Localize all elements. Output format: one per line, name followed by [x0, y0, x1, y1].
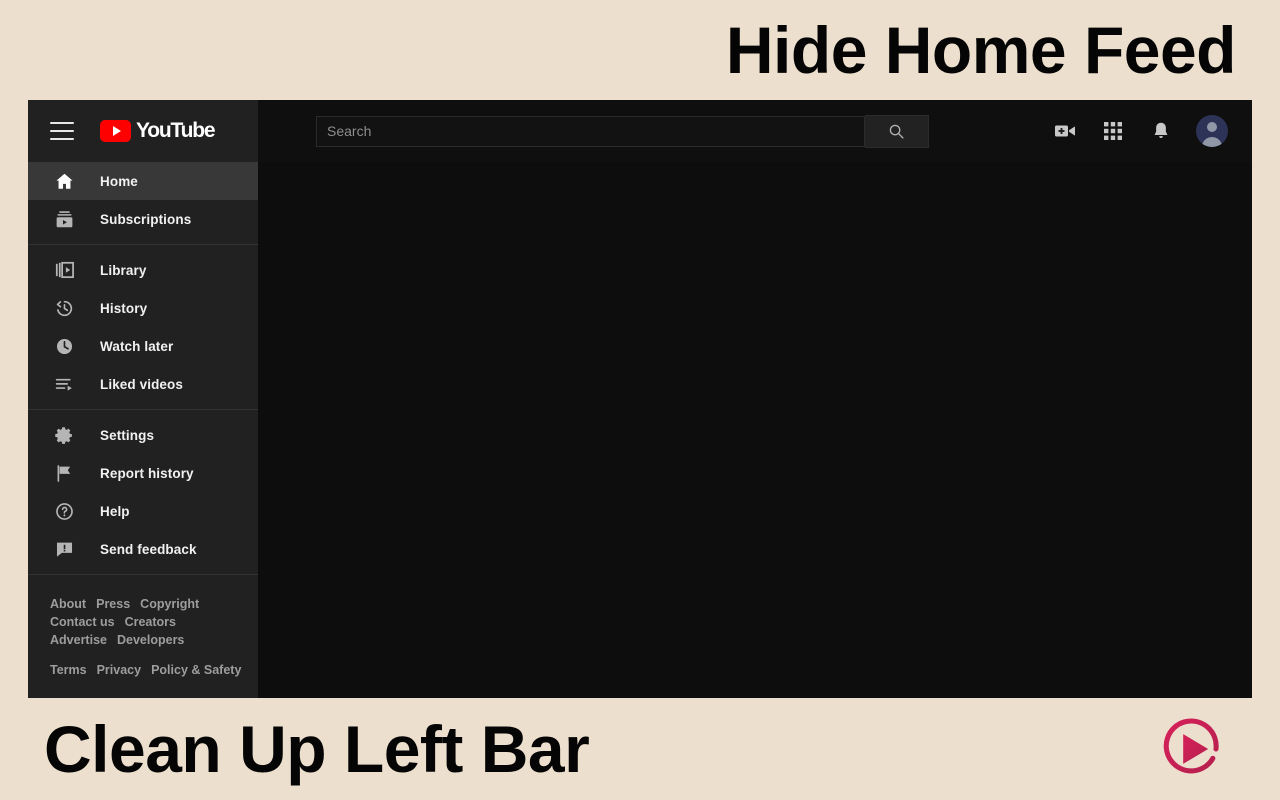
- library-icon: [52, 258, 76, 282]
- watch-later-icon: [52, 334, 76, 358]
- top-banner-headline: Hide Home Feed: [725, 13, 1237, 87]
- header-left-zone: YouTube: [28, 100, 258, 162]
- youtube-header: YouTube Search: [28, 100, 1252, 162]
- sidebar-item-liked-videos[interactable]: Liked videos: [28, 365, 258, 403]
- sidebar-item-settings[interactable]: Settings: [28, 416, 258, 454]
- sidebar-item-home[interactable]: Home: [28, 162, 258, 200]
- header-search-zone: Search: [258, 114, 1052, 148]
- hamburger-menu-icon[interactable]: [50, 122, 74, 140]
- youtube-logo[interactable]: YouTube: [100, 119, 216, 143]
- sidebar-divider: [28, 244, 258, 245]
- subscriptions-icon: [52, 207, 76, 231]
- main-content-area: [258, 162, 1252, 698]
- sidebar-item-send-feedback[interactable]: Send feedback: [28, 530, 258, 568]
- create-video-icon[interactable]: [1052, 118, 1078, 144]
- footer-link-creators[interactable]: Creators: [125, 615, 176, 629]
- sidebar-divider: [28, 574, 258, 575]
- sidebar-footer-links: About Press Copyright Contact us Creator…: [28, 581, 258, 677]
- footer-row-4: Terms Privacy Policy & Safety: [50, 663, 258, 677]
- sidebar-item-label: Library: [100, 262, 147, 278]
- footer-row-3: Advertise Developers: [50, 633, 258, 647]
- flag-icon: [52, 461, 76, 485]
- sidebar-item-label: Settings: [100, 427, 155, 443]
- sidebar-item-label: Report history: [100, 465, 194, 481]
- youtube-app-window: YouTube Search Home Subscriptions Librar…: [28, 100, 1252, 698]
- help-circle-icon: [52, 499, 76, 523]
- sidebar-item-label: Help: [100, 503, 130, 519]
- sidebar-group-library: Library History Watch later Liked videos: [28, 251, 258, 403]
- youtube-play-icon: [100, 120, 131, 142]
- sidebar-item-help[interactable]: Help: [28, 492, 258, 530]
- sidebar-item-label: Home: [100, 173, 138, 189]
- account-avatar[interactable]: [1196, 115, 1228, 147]
- footer-row-2: Contact us Creators: [50, 615, 258, 629]
- search-placeholder: Search: [327, 123, 372, 139]
- settings-gear-icon: [52, 423, 76, 447]
- youtube-wordmark: YouTube: [136, 119, 216, 142]
- footer-row-1: About Press Copyright: [50, 597, 258, 611]
- sidebar-item-label: Liked videos: [100, 376, 183, 392]
- header-actions: [1052, 115, 1252, 147]
- footer-link-press[interactable]: Press: [96, 597, 130, 611]
- page-root: Hide Home Feed YouTube Search Home Subsc…: [0, 0, 1280, 800]
- sidebar-item-label: Watch later: [100, 338, 174, 354]
- sidebar-item-report-history[interactable]: Report history: [28, 454, 258, 492]
- liked-videos-icon: [52, 372, 76, 396]
- home-icon: [52, 169, 76, 193]
- footer-link-developers[interactable]: Developers: [117, 633, 184, 647]
- bottom-banner-headline: Clean Up Left Bar: [44, 712, 590, 786]
- feedback-icon: [52, 537, 76, 561]
- sidebar-item-watch-later[interactable]: Watch later: [28, 327, 258, 365]
- sidebar-item-label: History: [100, 300, 148, 316]
- sidebar-item-library[interactable]: Library: [28, 251, 258, 289]
- left-sidebar: Home Subscriptions Library History Watch…: [28, 162, 258, 698]
- footer-link-about[interactable]: About: [50, 597, 86, 611]
- search-icon: [889, 124, 904, 139]
- bottom-banner: Clean Up Left Bar: [0, 698, 1280, 800]
- sidebar-divider: [28, 409, 258, 410]
- search-input[interactable]: Search: [316, 115, 865, 147]
- sidebar-item-label: Send feedback: [100, 541, 197, 557]
- notifications-bell-icon[interactable]: [1148, 118, 1174, 144]
- sidebar-item-subscriptions[interactable]: Subscriptions: [28, 200, 258, 238]
- top-banner: Hide Home Feed: [0, 0, 1280, 100]
- sidebar-item-history[interactable]: History: [28, 289, 258, 327]
- history-icon: [52, 296, 76, 320]
- search-button[interactable]: [865, 114, 929, 148]
- footer-link-policy-safety[interactable]: Policy & Safety: [151, 663, 241, 677]
- sidebar-group-primary: Home Subscriptions: [28, 162, 258, 238]
- sidebar-group-settings: Settings Report history Help Send feedba…: [28, 416, 258, 568]
- footer-link-advertise[interactable]: Advertise: [50, 633, 107, 647]
- play-circle-logo: [1163, 718, 1219, 774]
- footer-link-terms[interactable]: Terms: [50, 663, 87, 677]
- footer-link-privacy[interactable]: Privacy: [97, 663, 141, 677]
- sidebar-item-label: Subscriptions: [100, 211, 192, 227]
- footer-link-copyright[interactable]: Copyright: [140, 597, 199, 611]
- apps-grid-icon[interactable]: [1100, 118, 1126, 144]
- footer-link-contact-us[interactable]: Contact us: [50, 615, 115, 629]
